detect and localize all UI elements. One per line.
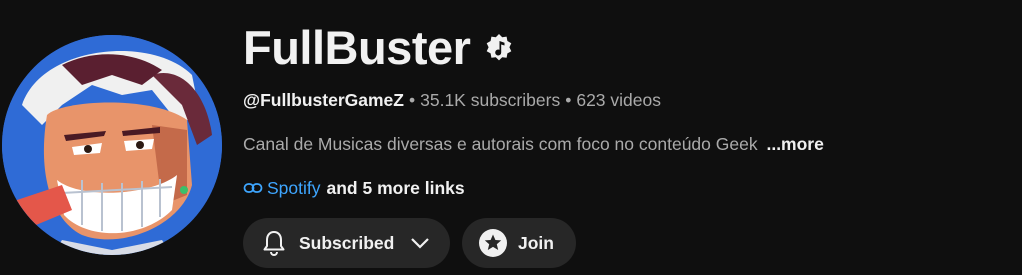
meta-separator: •: [408, 90, 416, 110]
subscriber-count: 35.1K subscribers: [420, 90, 561, 110]
meta-separator: •: [565, 90, 572, 110]
subscribed-button[interactable]: Subscribed: [243, 218, 450, 268]
music-note-badge-icon[interactable]: [484, 33, 514, 63]
title-row: FullBuster: [243, 22, 514, 74]
channel-meta: @FullbusterGameZ • 35.1K subscribers • 623 v…: [243, 89, 661, 111]
description-text: Canal de Musicas diversas e autorais com…: [243, 134, 758, 154]
join-label: Join: [518, 232, 554, 253]
channel-name: FullBuster: [243, 21, 471, 74]
channel-actions: Subscribed Join: [243, 218, 576, 268]
subscribed-label: Subscribed: [299, 232, 395, 253]
spotify-link[interactable]: Spotify: [267, 177, 321, 199]
more-links-button[interactable]: and 5 more links: [327, 177, 465, 199]
chevron-down-icon: [408, 231, 432, 255]
channel-handle: @FullbusterGameZ: [243, 90, 404, 110]
channel-description[interactable]: Canal de Musicas diversas e autorais com…: [243, 133, 824, 155]
channel-header: FullBuster @FullbusterGameZ • 35.1K subscr…: [0, 0, 1022, 275]
star-icon: [478, 228, 508, 258]
link-icon: [243, 178, 263, 198]
channel-links: Spotify and 5 more links: [243, 177, 465, 199]
description-more-button[interactable]: ...more: [766, 134, 823, 154]
bell-icon: [259, 228, 289, 258]
video-count: 623 videos: [576, 90, 661, 110]
channel-avatar[interactable]: [2, 35, 222, 255]
join-button[interactable]: Join: [462, 218, 576, 268]
